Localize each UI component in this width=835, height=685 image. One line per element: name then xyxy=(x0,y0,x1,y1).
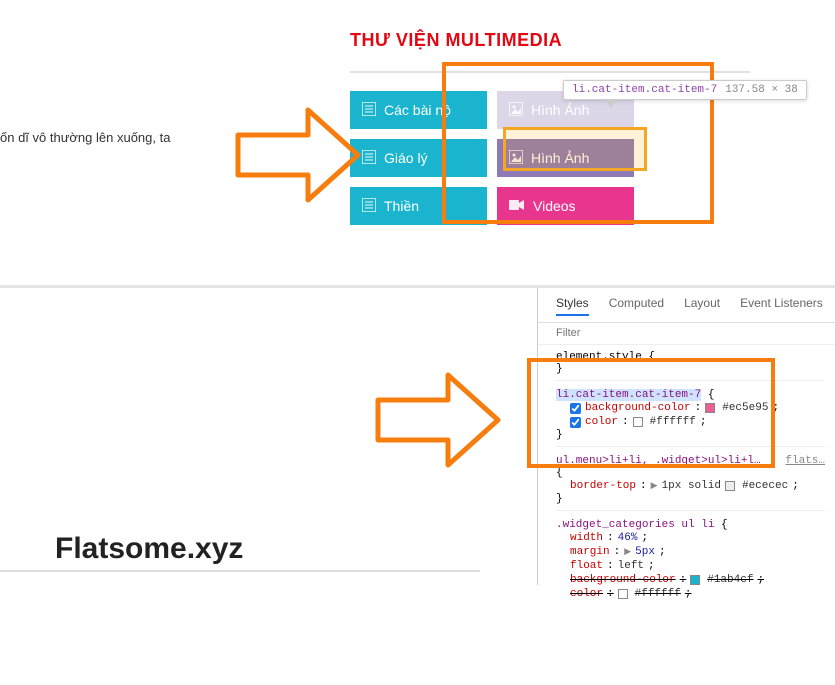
cat-label: Videos xyxy=(533,198,576,214)
styles-filter xyxy=(538,323,835,345)
tab-styles[interactable]: Styles xyxy=(556,296,589,316)
prop-name: float xyxy=(570,560,603,572)
color-swatch-icon[interactable] xyxy=(633,417,643,427)
color-swatch-icon[interactable] xyxy=(618,589,628,599)
tooltip-pointer-icon xyxy=(605,100,617,108)
cat-label: Hình Ảnh xyxy=(531,102,589,118)
rule-ul-menu[interactable]: flats… ul.menu>li+li, .widget>ul>li+l… {… xyxy=(556,455,825,511)
prop-name: background-color xyxy=(585,402,691,414)
prop-name: width xyxy=(570,532,603,544)
rule-selector: li.cat-item.cat-item-7 xyxy=(556,389,701,401)
filter-input[interactable] xyxy=(556,327,825,339)
toggle-bg-checkbox[interactable] xyxy=(570,403,581,414)
tooltip-selector: li.cat-item.cat-item-7 xyxy=(572,84,717,96)
page-preview: ốn dĩ vô thường lên xuống, ta THƯ VIỆN M… xyxy=(0,0,835,285)
tab-layout[interactable]: Layout xyxy=(684,296,720,316)
rule-source-link[interactable]: flats… xyxy=(785,455,825,467)
prop-value[interactable]: #ec5e95 xyxy=(722,402,768,414)
prop-value[interactable]: #ffffff xyxy=(635,588,681,600)
cat-item-hinhanh[interactable]: Hình Ảnh xyxy=(497,139,634,177)
brace-open: { xyxy=(714,519,727,531)
rule-cat-item-7[interactable]: li.cat-item.cat-item-7 { background-colo… xyxy=(556,389,825,447)
rule-close: } xyxy=(556,429,825,441)
cat-label: Hình Ảnh xyxy=(531,150,589,166)
brace-open: { xyxy=(701,389,714,401)
prop-name: color xyxy=(585,416,618,428)
watermark-underline xyxy=(0,570,480,572)
cat-label: Giáo lý xyxy=(384,150,428,166)
title-underline xyxy=(350,71,750,73)
prop-name: background-color xyxy=(570,574,676,586)
body-text-fragment: ốn dĩ vô thường lên xuống, ta xyxy=(0,130,170,145)
rule-selector: element.style { xyxy=(556,351,655,363)
cat-label: Các bài nộ xyxy=(384,102,451,118)
cat-label: Thiền xyxy=(384,198,419,214)
watermark-text: Flatsome.xyz xyxy=(55,532,243,566)
styles-rules: element.style { } li.cat-item.cat-item-7… xyxy=(538,345,835,620)
inspector-tooltip: li.cat-item.cat-item-7 137.58 × 38 xyxy=(563,80,807,100)
annotation-arrow-bottom xyxy=(368,360,508,480)
prop-color[interactable]: #ececec xyxy=(742,480,788,492)
devtools-panel: Styles Computed Layout Event Listeners e… xyxy=(537,288,835,585)
toggle-color-checkbox[interactable] xyxy=(570,417,581,428)
color-swatch-icon[interactable] xyxy=(725,481,735,491)
cat-item-bai[interactable]: Các bài nộ xyxy=(350,91,487,129)
rule-selector: ul.menu>li+li, .widget>ul>li+l… xyxy=(556,455,761,467)
prop-name: margin xyxy=(570,546,610,558)
prop-value[interactable]: 46% xyxy=(618,532,638,544)
brace-open: { xyxy=(556,467,825,479)
prop-value[interactable]: #1ab4cf xyxy=(707,574,753,586)
prop-name: color xyxy=(570,588,603,600)
tab-computed[interactable]: Computed xyxy=(609,296,664,316)
prop-value[interactable]: #ffffff xyxy=(650,416,696,428)
image-icon xyxy=(509,150,523,167)
color-swatch-icon[interactable] xyxy=(690,575,700,585)
rule-close: } xyxy=(556,363,825,375)
rule-selector: .widget_categories ul li xyxy=(556,519,714,531)
color-swatch-icon[interactable] xyxy=(705,403,715,413)
expand-triangle-icon[interactable]: ▶ xyxy=(651,481,658,491)
prop-name: border-top xyxy=(570,480,636,492)
cat-item-thien[interactable]: Thiền xyxy=(350,187,487,225)
prop-value[interactable]: 1px solid xyxy=(662,480,721,492)
rule-close: } xyxy=(556,493,825,505)
devtools-tabs: Styles Computed Layout Event Listeners xyxy=(538,288,835,323)
prop-value[interactable]: left xyxy=(618,560,644,572)
prop-value[interactable]: 5px xyxy=(635,546,655,558)
image-icon xyxy=(509,102,523,119)
tab-event-listeners[interactable]: Event Listeners xyxy=(740,296,823,316)
category-grid: Các bài nộ Hình Ảnh Giáo lý xyxy=(350,91,750,225)
cat-item-videos[interactable]: Videos xyxy=(497,187,634,225)
video-icon xyxy=(509,198,525,214)
rule-widget-categories[interactable]: .widget_categories ul li { width: 46%; m… xyxy=(556,519,825,606)
expand-triangle-icon[interactable]: ▶ xyxy=(624,547,631,557)
widget-title: THƯ VIỆN MULTIMEDIA xyxy=(350,30,750,51)
tooltip-dimensions: 137.58 × 38 xyxy=(725,84,798,96)
annotation-arrow-top xyxy=(228,95,368,215)
cat-item-giaoly[interactable]: Giáo lý xyxy=(350,139,487,177)
rule-element-style[interactable]: element.style { } xyxy=(556,351,825,381)
multimedia-widget: THƯ VIỆN MULTIMEDIA Các bài nộ Hình Ảnh xyxy=(350,30,750,235)
